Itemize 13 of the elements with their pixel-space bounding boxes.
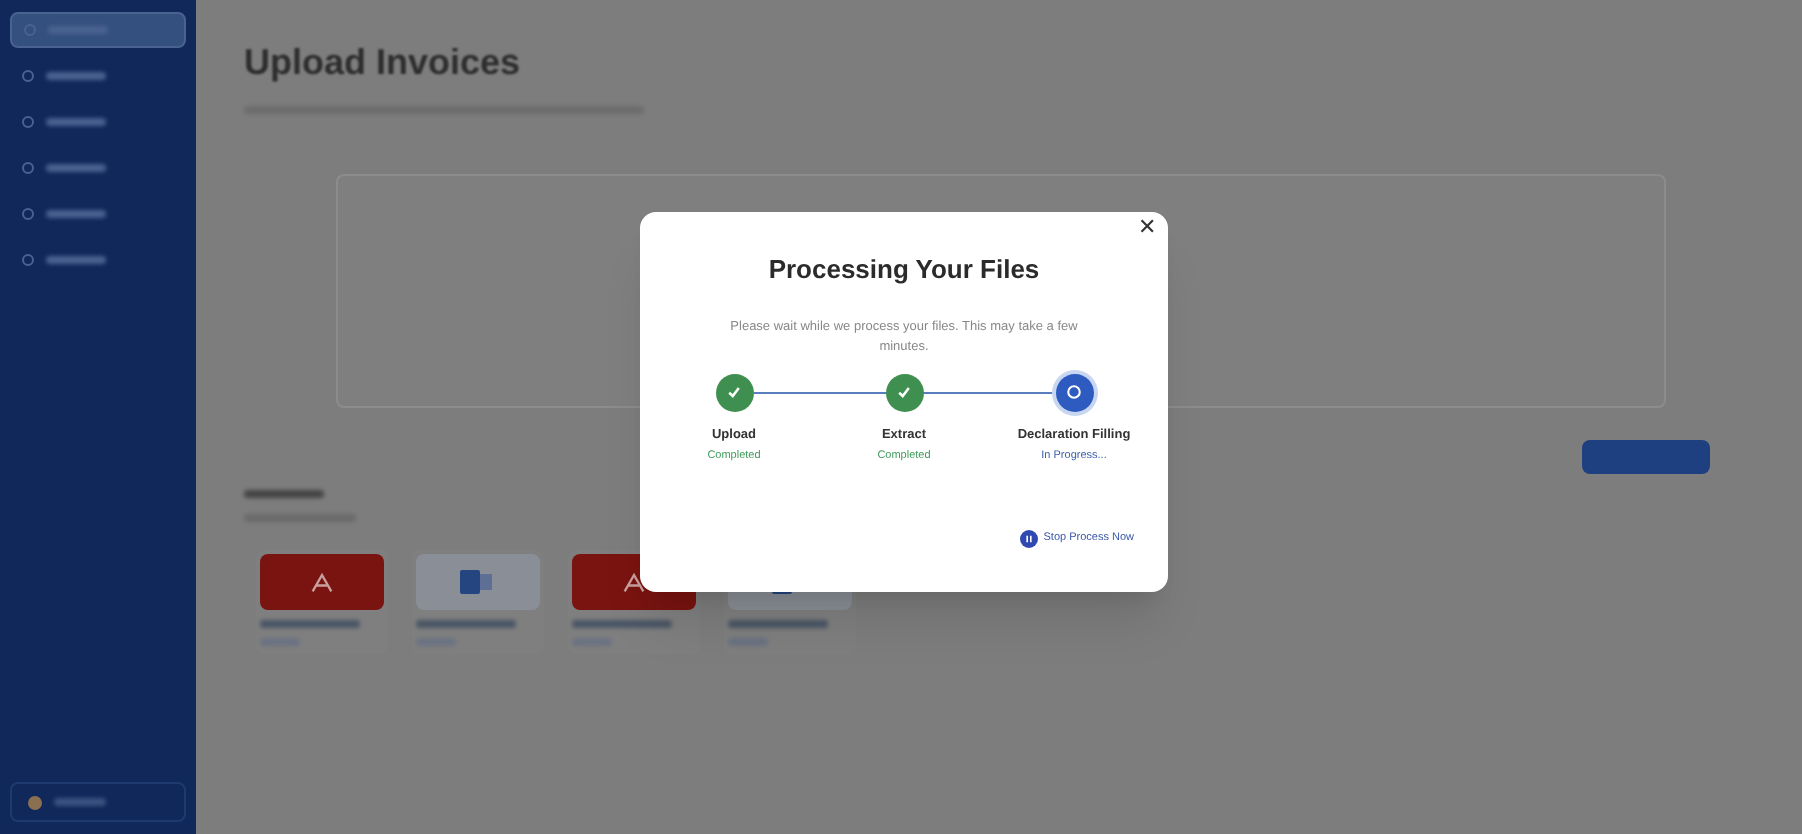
close-button[interactable]: ✕ (1138, 218, 1156, 240)
pdf-icon (620, 568, 648, 596)
pdf-icon (308, 568, 336, 596)
dialog-title: Processing Your Files (768, 252, 1040, 288)
sidebar-item[interactable] (10, 12, 186, 48)
doc-icon (460, 570, 496, 594)
avatar-icon (28, 795, 42, 809)
user-panel[interactable] (10, 782, 186, 822)
check-icon (896, 384, 912, 400)
check-icon (726, 384, 742, 400)
page-title: Upload Invoices (244, 40, 523, 86)
pause-icon (1019, 530, 1038, 548)
circle-icon (1066, 384, 1082, 400)
